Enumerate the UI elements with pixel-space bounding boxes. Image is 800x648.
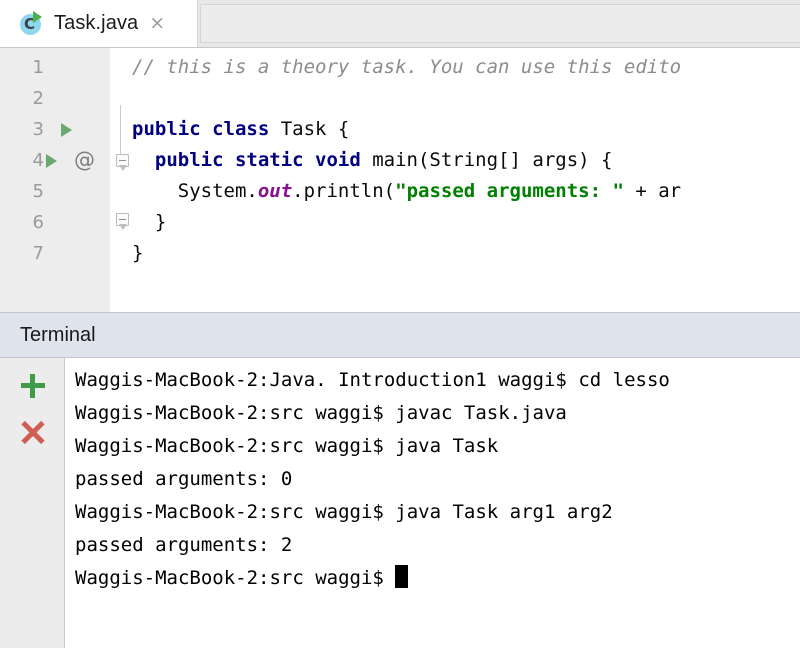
code-token: Task { xyxy=(280,118,350,140)
code-token: "passed arguments: " xyxy=(395,180,624,202)
terminal-output[interactable]: Waggis-MacBook-2:Java. Introduction1 wag… xyxy=(66,358,800,648)
code-token: // this is a theory task. You can use th… xyxy=(132,56,682,78)
line-number: 6 xyxy=(32,212,44,233)
code-token: public static void xyxy=(154,149,373,171)
java-class-run-icon: C xyxy=(19,10,45,37)
terminal-line-text: passed arguments: 2 xyxy=(75,534,293,556)
terminal-line-text: Waggis-MacBook-2:Java. Introduction1 wag… xyxy=(75,369,670,391)
terminal-line-text: passed arguments: 0 xyxy=(75,468,293,490)
code-line: } xyxy=(132,238,143,269)
terminal-line: Waggis-MacBook-2:Java. Introduction1 wag… xyxy=(75,364,670,397)
tab-label: Task.java xyxy=(54,12,139,34)
terminal-panel[interactable]: Waggis-MacBook-2:Java. Introduction1 wag… xyxy=(0,358,800,648)
terminal-title: Terminal xyxy=(20,323,96,346)
code-token: } xyxy=(132,242,144,264)
terminal-line: Waggis-MacBook-2:src waggi$ javac Task.j… xyxy=(75,397,567,430)
code-token: + ar xyxy=(623,180,682,202)
line-number: 7 xyxy=(32,243,44,264)
terminal-line: Waggis-MacBook-2:src waggi$ xyxy=(75,562,409,595)
terminal-line-text: Waggis-MacBook-2:src waggi$ java Task xyxy=(75,435,499,457)
code-line: System.out.println("passed arguments: " … xyxy=(132,176,681,207)
terminal-cursor xyxy=(395,565,409,588)
line-number: 2 xyxy=(32,88,44,109)
tab-bar-empty-area xyxy=(200,4,800,43)
fold-end-icon[interactable] xyxy=(116,213,129,230)
code-token: out xyxy=(257,180,293,202)
terminal-line-text: Waggis-MacBook-2:src waggi$ javac Task.j… xyxy=(75,402,567,424)
line-number: 4 xyxy=(32,150,44,171)
line-number: 1 xyxy=(32,57,44,78)
terminal-line: passed arguments: 2 xyxy=(75,529,292,562)
terminal-line-text: Waggis-MacBook-2:src waggi$ xyxy=(75,567,396,589)
terminal-panel-header[interactable]: Terminal xyxy=(0,312,800,358)
code-token: .println( xyxy=(292,180,396,202)
code-line: // this is a theory task. You can use th… xyxy=(132,52,681,83)
close-icon[interactable] xyxy=(19,419,47,447)
terminal-toolbar xyxy=(0,358,65,648)
terminal-line: passed arguments: 0 xyxy=(75,463,292,496)
code-line: public static void main(String[] args) { xyxy=(132,145,613,176)
line-number: 3 xyxy=(32,119,44,140)
code-line: } xyxy=(132,207,166,238)
terminal-line: Waggis-MacBook-2:src waggi$ java Task xyxy=(75,430,498,463)
editor-tab-bar: C Task.java × xyxy=(0,0,800,47)
close-icon[interactable]: × xyxy=(149,14,165,33)
code-token: public class xyxy=(132,118,281,140)
line-number: 5 xyxy=(32,181,44,202)
code-token: System. xyxy=(132,180,258,202)
run-gutter-icon[interactable] xyxy=(46,154,57,168)
terminal-line: Waggis-MacBook-2:src waggi$ java Task ar… xyxy=(75,496,613,529)
terminal-line-text: Waggis-MacBook-2:src waggi$ java Task ar… xyxy=(75,501,613,523)
code-editor[interactable]: 1 2 3 4 @5 6 7 // this is a theory task. You c… xyxy=(0,47,800,312)
code-text-area[interactable]: // this is a theory task. You can use th… xyxy=(132,48,800,312)
code-token: main(String[] args) { xyxy=(372,149,613,171)
code-token: } xyxy=(132,211,167,233)
override-annotation-icon[interactable]: @ xyxy=(74,150,95,171)
editor-fold-strip xyxy=(110,48,132,312)
tab-task-java[interactable]: C Task.java × xyxy=(0,0,198,47)
run-gutter-icon[interactable] xyxy=(61,123,72,137)
fold-collapse-icon[interactable] xyxy=(116,154,129,171)
plus-icon[interactable] xyxy=(20,373,46,399)
code-line: public class Task { xyxy=(132,114,349,145)
